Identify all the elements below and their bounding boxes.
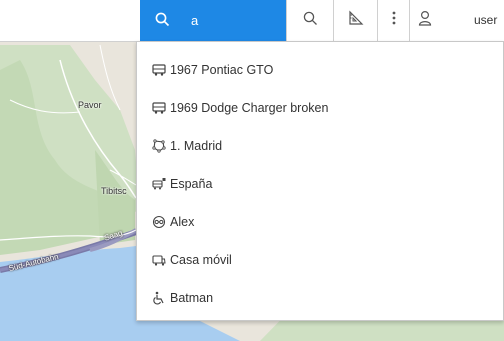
list-item[interactable]: España — [137, 165, 503, 203]
list-item[interactable]: 1967 Pontiac GTO — [137, 51, 503, 89]
measure-button[interactable] — [333, 0, 377, 41]
person-icon — [152, 215, 166, 229]
camper-icon — [152, 253, 166, 267]
search-input[interactable]: a — [191, 13, 198, 28]
more-vertical-icon — [392, 11, 396, 30]
user-icon — [418, 10, 432, 31]
list-item[interactable]: Batman — [137, 279, 503, 317]
ruler-triangle-icon — [348, 10, 364, 31]
wheelchair-icon — [152, 291, 166, 305]
search-icon — [155, 12, 170, 32]
list-item-label: España — [170, 177, 213, 191]
list-item-label: Batman — [170, 291, 214, 305]
list-item[interactable]: 1969 Dodge Charger broken — [137, 89, 503, 127]
bus-icon — [152, 101, 166, 115]
more-menu-button[interactable] — [377, 0, 409, 41]
map-label-tibitsc: Tibitsc — [101, 186, 127, 196]
top-toolbar: a user — [0, 0, 504, 42]
list-item-label: Casa móvil — [170, 253, 232, 267]
search-icon — [303, 11, 318, 31]
bus-icon — [152, 63, 166, 77]
polygon-geofence-icon — [152, 139, 166, 153]
list-item-label: Alex — [170, 215, 195, 229]
list-item[interactable]: Casa móvil — [137, 241, 503, 279]
search-results-dropdown: 1967 Pontiac GTO 1969 Dodge Charger brok… — [136, 41, 504, 321]
user-menu-button[interactable] — [409, 0, 472, 41]
list-item-label: 1969 Dodge Charger broken — [170, 101, 329, 115]
list-item[interactable]: Alex — [137, 203, 503, 241]
list-item[interactable]: 1. Madrid — [137, 127, 503, 165]
group-icon — [152, 177, 166, 191]
map-label-pavor: Pavor — [78, 100, 102, 110]
list-item-label: 1. Madrid — [170, 139, 223, 153]
search-box[interactable]: a — [140, 0, 286, 41]
user-name[interactable]: user — [474, 13, 497, 27]
list-item-label: 1967 Pontiac GTO — [170, 63, 274, 77]
search-button[interactable] — [286, 0, 333, 41]
